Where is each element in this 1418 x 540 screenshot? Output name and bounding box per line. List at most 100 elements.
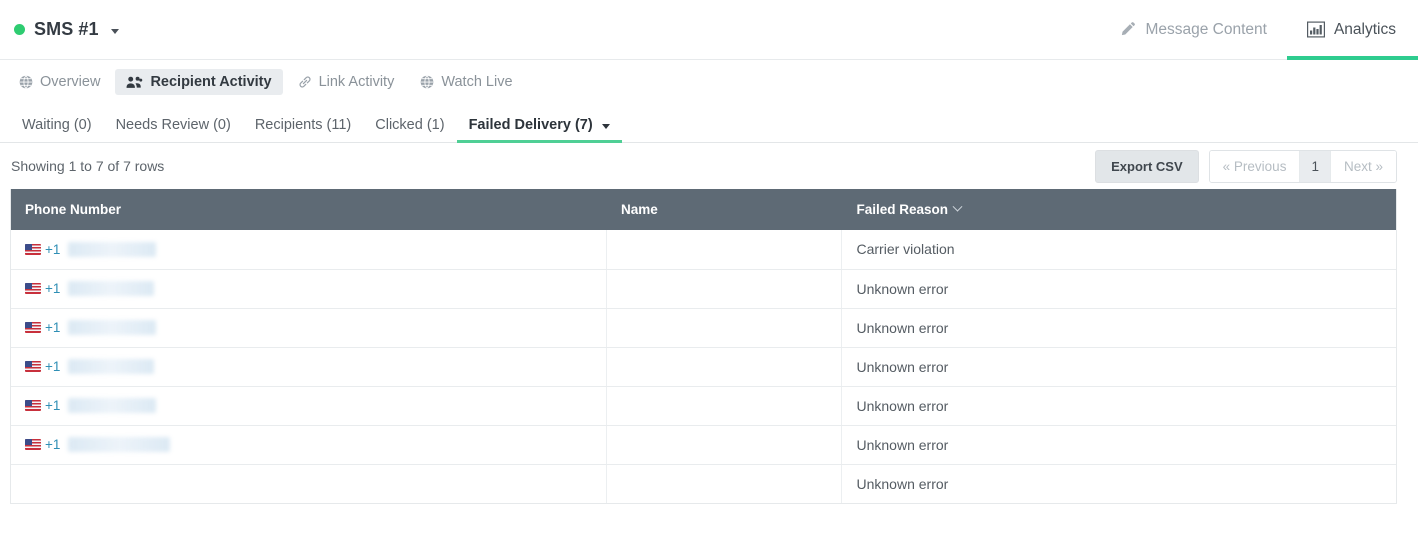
cell-phone-number[interactable]: +1: [11, 308, 607, 347]
us-flag-icon: [25, 283, 41, 294]
pencil-icon: [1119, 21, 1136, 38]
table-body: +1 Carrier violation +1 Unknown error +1 Unkn…: [11, 230, 1396, 503]
subnav-label: Link Activity: [319, 74, 395, 90]
tab-label: Waiting (0): [22, 117, 92, 133]
redacted-phone-number: [68, 281, 154, 296]
subnav-label: Recipient Activity: [150, 74, 271, 90]
failed-delivery-table: Phone Number Name Failed Reason +1 Carrie…: [10, 189, 1397, 504]
tab-label: Recipients (11): [255, 117, 351, 133]
country-code: +1: [45, 281, 60, 296]
tab-clicked[interactable]: Clicked (1): [363, 117, 456, 142]
cell-failed-reason: Unknown error: [842, 269, 1396, 308]
tab-label: Clicked (1): [375, 117, 444, 133]
cell-phone-number[interactable]: +1: [11, 425, 607, 464]
chevron-down-icon[interactable]: [111, 29, 119, 34]
tab-waiting[interactable]: Waiting (0): [10, 117, 104, 142]
table-row[interactable]: +1 Unknown error: [11, 308, 1396, 347]
cell-phone-number[interactable]: +1: [11, 347, 607, 386]
export-csv-button[interactable]: Export CSV: [1095, 150, 1199, 183]
chevron-down-icon[interactable]: [953, 202, 963, 212]
tab-failed-delivery[interactable]: Failed Delivery (7): [457, 117, 622, 142]
chevron-down-icon[interactable]: [602, 124, 610, 129]
cell-name: [607, 347, 842, 386]
toolbar-actions: Export CSV « Previous 1 Next »: [1095, 150, 1397, 183]
table-row[interactable]: +1 Carrier violation: [11, 230, 1396, 269]
table-head: Phone Number Name Failed Reason: [11, 189, 1396, 230]
us-flag-icon: [25, 400, 41, 411]
table-row[interactable]: Unknown error: [11, 464, 1396, 503]
cell-name: [607, 386, 842, 425]
column-label: Name: [621, 202, 658, 217]
subnav-item-link-activity[interactable]: Link Activity: [287, 69, 406, 95]
table-row[interactable]: +1 Unknown error: [11, 386, 1396, 425]
tab-analytics[interactable]: Analytics: [1287, 0, 1418, 60]
redacted-phone-number: [68, 320, 156, 335]
pagination: « Previous 1 Next »: [1209, 150, 1397, 183]
activity-tabs: Waiting (0) Needs Review (0) Recipients …: [0, 105, 1418, 143]
globe-icon: [420, 75, 434, 89]
column-label: Failed Reason: [856, 202, 948, 217]
tab-label: Failed Delivery (7): [469, 117, 593, 133]
cell-phone-number[interactable]: +1: [11, 269, 607, 308]
us-flag-icon: [25, 439, 41, 450]
us-flag-icon: [25, 244, 41, 255]
users-icon: [126, 75, 143, 89]
secondary-nav: Overview Recipient Activity Link Activit…: [0, 60, 1418, 103]
redacted-phone-number: [68, 359, 154, 374]
column-label: Phone Number: [25, 202, 121, 217]
us-flag-icon: [25, 361, 41, 372]
table-row[interactable]: +1 Unknown error: [11, 269, 1396, 308]
cell-name: [607, 269, 842, 308]
link-icon: [298, 75, 312, 89]
subnav-label: Watch Live: [441, 74, 512, 90]
cell-phone-number[interactable]: [11, 464, 607, 503]
cell-failed-reason: Unknown error: [842, 386, 1396, 425]
top-bar: SMS #1 Message Content Analytics: [0, 0, 1418, 60]
cell-failed-reason: Unknown error: [842, 347, 1396, 386]
cell-failed-reason: Carrier violation: [842, 230, 1396, 269]
top-nav: Message Content Analytics: [1099, 0, 1418, 60]
bar-chart-icon: [1307, 21, 1325, 38]
redacted-phone-number: [68, 242, 156, 257]
redacted-phone-number: [68, 437, 170, 452]
cell-failed-reason: Unknown error: [842, 425, 1396, 464]
cell-name: [607, 308, 842, 347]
country-code: +1: [45, 320, 60, 335]
cell-failed-reason: Unknown error: [842, 464, 1396, 503]
us-flag-icon: [25, 322, 41, 333]
tab-message-content[interactable]: Message Content: [1099, 0, 1287, 60]
cell-phone-number[interactable]: +1: [11, 230, 607, 269]
country-code: +1: [45, 398, 60, 413]
tab-label: Needs Review (0): [116, 117, 231, 133]
column-header-name[interactable]: Name: [607, 189, 842, 230]
pagination-page-1[interactable]: 1: [1300, 151, 1331, 182]
country-code: +1: [45, 437, 60, 452]
page-title: SMS #1: [34, 19, 99, 40]
tab-recipients[interactable]: Recipients (11): [243, 117, 363, 142]
pagination-next[interactable]: Next »: [1331, 151, 1396, 182]
subnav-item-recipient-activity[interactable]: Recipient Activity: [115, 69, 282, 95]
top-nav-label: Message Content: [1145, 21, 1267, 39]
subnav-label: Overview: [40, 74, 100, 90]
country-code: +1: [45, 359, 60, 374]
campaign-selector[interactable]: SMS #1: [0, 19, 119, 40]
subnav-item-watch-live[interactable]: Watch Live: [409, 69, 523, 95]
row-count-label: Showing 1 to 7 of 7 rows: [11, 158, 164, 174]
top-nav-label: Analytics: [1334, 21, 1396, 39]
pagination-previous[interactable]: « Previous: [1210, 151, 1301, 182]
tab-needs-review[interactable]: Needs Review (0): [104, 117, 243, 142]
subnav-item-overview[interactable]: Overview: [8, 69, 111, 95]
table-row[interactable]: +1 Unknown error: [11, 425, 1396, 464]
cell-name: [607, 464, 842, 503]
cell-failed-reason: Unknown error: [842, 308, 1396, 347]
table-toolbar: Showing 1 to 7 of 7 rows Export CSV « Pr…: [0, 143, 1418, 189]
cell-phone-number[interactable]: +1: [11, 386, 607, 425]
column-header-phone-number[interactable]: Phone Number: [11, 189, 607, 230]
status-dot: [14, 24, 25, 35]
cell-name: [607, 230, 842, 269]
country-code: +1: [45, 242, 60, 257]
globe-icon: [19, 75, 33, 89]
table-row[interactable]: +1 Unknown error: [11, 347, 1396, 386]
redacted-phone-number: [68, 398, 156, 413]
column-header-failed-reason[interactable]: Failed Reason: [842, 189, 1396, 230]
